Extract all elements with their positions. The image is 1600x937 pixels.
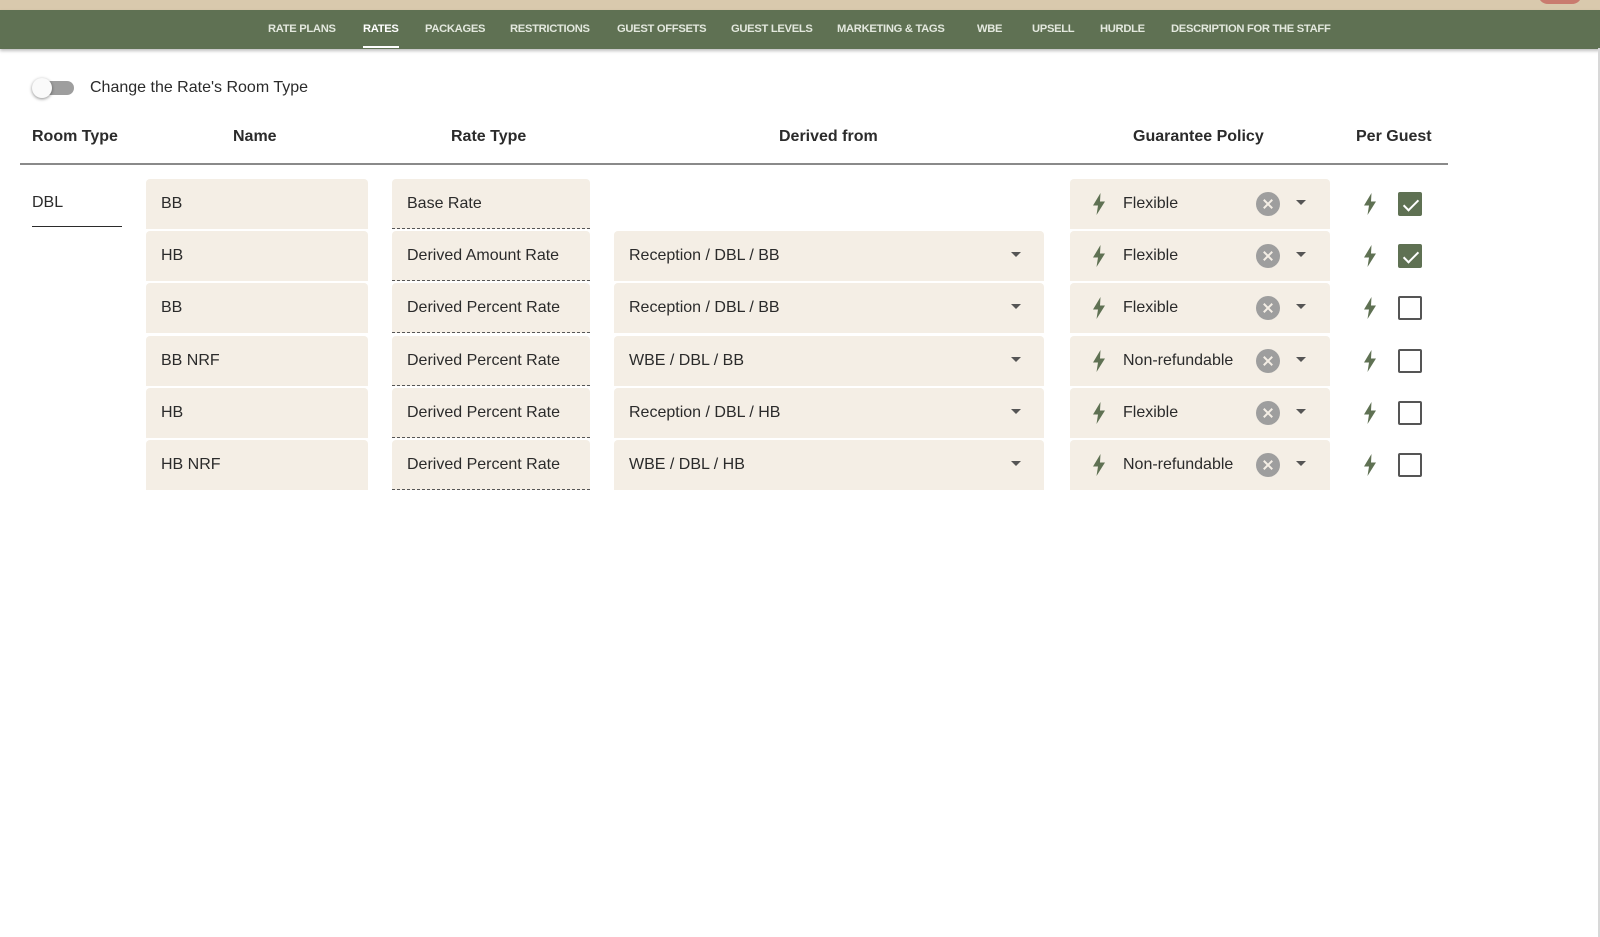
derived-from-value: WBE / DBL / HB [629,456,745,473]
clear-icon[interactable] [1256,192,1280,216]
tab-description-for-the-staff[interactable]: DESCRIPTION FOR THE STAFF [1171,10,1331,49]
chevron-down-icon[interactable] [1011,252,1021,257]
header-divider [20,163,1448,165]
per-guest-checkbox[interactable] [1398,244,1422,268]
name-input[interactable]: HB [146,231,368,281]
clear-icon[interactable] [1256,349,1280,373]
column-header-rate-type: Rate Type [451,128,527,145]
chevron-down-icon[interactable] [1296,200,1306,205]
guarantee-policy-value: Flexible [1123,404,1179,421]
bolt-icon[interactable] [1363,297,1377,319]
chevron-down-icon[interactable] [1296,252,1306,257]
corner-button[interactable] [1538,0,1582,4]
tab-packages[interactable]: PACKAGES [425,10,485,49]
guarantee-policy-value: Flexible [1123,247,1179,264]
chevron-down-icon[interactable] [1011,357,1021,362]
tab-rate-plans[interactable]: RATE PLANS [268,10,336,49]
derived-from-value: WBE / DBL / BB [629,352,744,369]
bolt-icon[interactable] [1363,454,1377,476]
guarantee-policy-value: Flexible [1123,299,1179,316]
bolt-icon [1093,350,1105,372]
column-header-name: Name [233,128,277,145]
guarantee-policy-select[interactable]: Flexible [1070,283,1330,333]
derived-from-select[interactable]: WBE / DBL / BB [614,336,1044,386]
bolt-icon[interactable] [1363,402,1377,424]
per-guest-checkbox[interactable] [1398,349,1422,373]
chevron-down-icon[interactable] [1011,304,1021,309]
per-guest-checkbox[interactable] [1398,401,1422,425]
derived-from-select[interactable]: Reception / DBL / BB [614,231,1044,281]
guarantee-policy-select[interactable]: Flexible [1070,231,1330,281]
chevron-down-icon[interactable] [1011,461,1021,466]
guarantee-policy-select[interactable]: Non-refundable [1070,440,1330,490]
per-guest-checkbox[interactable] [1398,192,1422,216]
top-strip [0,0,1600,10]
table-row: HB Derived Amount Rate Reception / DBL / B… [0,231,1600,281]
guarantee-policy-select[interactable]: Flexible [1070,388,1330,438]
guarantee-policy-value: Non-refundable [1123,352,1234,369]
change-room-type-toggle[interactable] [32,78,76,98]
rate-type-select[interactable]: Derived Percent Rate [392,283,590,333]
derived-from-select[interactable]: Reception / DBL / BB [614,283,1044,333]
bolt-icon [1093,454,1105,476]
table-row: HB NRF Derived Percent Rate WBE / DBL / HB… [0,440,1600,490]
derived-from-select[interactable]: WBE / DBL / HB [614,440,1044,490]
tab-upsell[interactable]: UPSELL [1032,10,1075,49]
nav-bar: RATE PLANS RATES PACKAGES RESTRICTIONS G… [0,10,1600,49]
derived-from-value: Reception / DBL / HB [629,404,781,421]
bolt-icon [1093,245,1105,267]
bolt-icon[interactable] [1363,350,1377,372]
bolt-icon[interactable] [1363,193,1377,215]
rate-type-select[interactable]: Derived Amount Rate [392,231,590,281]
table-row: BB Derived Percent Rate Reception / DBL / … [0,283,1600,333]
rate-type-select[interactable]: Derived Percent Rate [392,440,590,490]
tab-hurdle[interactable]: HURDLE [1100,10,1145,49]
column-header-room-type: Room Type [32,128,118,145]
tab-guest-levels[interactable]: GUEST LEVELS [731,10,813,49]
guarantee-policy-select[interactable]: Non-refundable [1070,336,1330,386]
name-input[interactable]: HB [146,388,368,438]
bolt-icon [1093,402,1105,424]
chevron-down-icon[interactable] [1296,357,1306,362]
column-header-guarantee-policy: Guarantee Policy [1133,128,1264,145]
tab-marketing-tags[interactable]: MARKETING & TAGS [837,10,945,49]
clear-icon[interactable] [1256,244,1280,268]
guarantee-policy-select[interactable]: Flexible [1070,179,1330,229]
guarantee-policy-value: Non-refundable [1123,456,1234,473]
per-guest-checkbox[interactable] [1398,296,1422,320]
name-input[interactable]: BB [146,179,368,229]
guarantee-policy-value: Flexible [1123,195,1179,212]
rate-type-select[interactable]: Derived Percent Rate [392,336,590,386]
name-input[interactable]: BB NRF [146,336,368,386]
clear-icon[interactable] [1256,296,1280,320]
table-row: HB Derived Percent Rate Reception / DBL / … [0,388,1600,438]
column-header-per-guest: Per Guest [1356,128,1432,145]
toggle-knob [32,78,52,98]
per-guest-checkbox[interactable] [1398,453,1422,477]
column-header-derived-from: Derived from [779,128,878,145]
name-input[interactable]: HB NRF [146,440,368,490]
chevron-down-icon[interactable] [1011,409,1021,414]
chevron-down-icon[interactable] [1296,461,1306,466]
name-input[interactable]: BB [146,283,368,333]
chevron-down-icon[interactable] [1296,304,1306,309]
bolt-icon[interactable] [1363,245,1377,267]
derived-from-select[interactable]: Reception / DBL / HB [614,388,1044,438]
change-room-type-label: Change the Rate's Room Type [90,79,308,96]
tab-rates[interactable]: RATES [363,10,399,49]
table-row: BB NRF Derived Percent Rate WBE / DBL / BB… [0,336,1600,386]
chevron-down-icon[interactable] [1296,409,1306,414]
clear-icon[interactable] [1256,401,1280,425]
clear-icon[interactable] [1256,453,1280,477]
tab-wbe[interactable]: WBE [977,10,1003,49]
rate-type-select[interactable]: Base Rate [392,179,590,229]
derived-from-value: Reception / DBL / BB [629,247,780,264]
rate-type-select[interactable]: Derived Percent Rate [392,388,590,438]
derived-from-value: Reception / DBL / BB [629,299,780,316]
bolt-icon [1093,297,1105,319]
tab-guest-offsets[interactable]: GUEST OFFSETS [617,10,707,49]
bolt-icon [1093,193,1105,215]
table-row: BB Base Rate Flexible [0,179,1600,229]
tab-restrictions[interactable]: RESTRICTIONS [510,10,590,49]
